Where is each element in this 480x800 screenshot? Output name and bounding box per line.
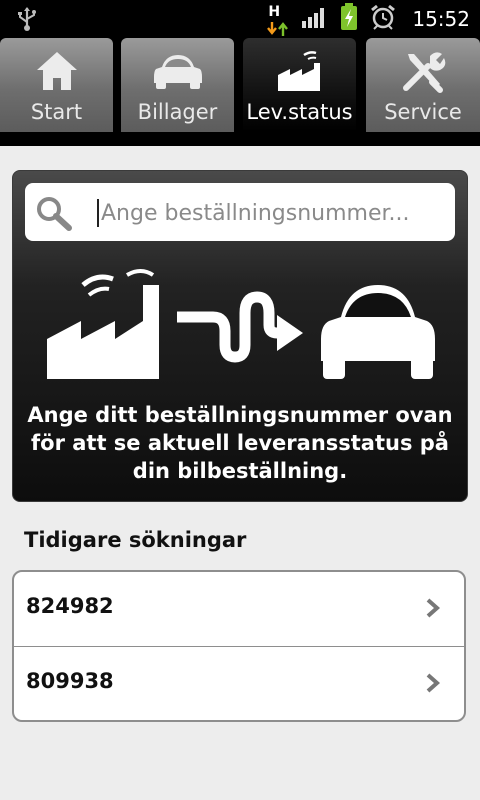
previous-searches-list: 824982 809938 <box>12 570 466 722</box>
battery-charging-icon <box>340 3 358 35</box>
car-icon <box>152 51 204 95</box>
car-front-icon <box>319 277 437 387</box>
tab-divider <box>0 132 480 146</box>
status-time: 15:52 <box>412 7 470 31</box>
home-icon <box>35 50 79 96</box>
tab-lev-status[interactable]: Lev.status <box>243 38 356 132</box>
alarm-icon <box>370 4 396 34</box>
factory-icon <box>43 263 163 387</box>
status-bar: H 15:52 <box>0 0 480 38</box>
tab-label: Billager <box>137 100 218 124</box>
panel-instructions: Ange ditt beställningsnummer ovan för at… <box>27 403 453 483</box>
winding-arrow-icon <box>175 287 305 371</box>
text-cursor <box>97 199 99 227</box>
usb-icon <box>16 6 38 36</box>
search-box[interactable] <box>25 183 455 241</box>
tab-label: Start <box>30 100 83 124</box>
order-number-input[interactable] <box>99 193 443 233</box>
tools-icon <box>400 48 446 98</box>
delivery-status-panel: Ange ditt beställningsnummer ovan för at… <box>12 170 468 502</box>
tab-label: Service <box>384 100 462 124</box>
tab-service[interactable]: Service <box>366 38 480 132</box>
list-item[interactable]: 809938 <box>14 647 464 720</box>
factory-icon <box>276 49 324 97</box>
list-item[interactable]: 824982 <box>14 572 464 647</box>
tab-label: Lev.status <box>246 100 353 124</box>
tab-billager[interactable]: Billager <box>121 38 234 132</box>
hspa-icon: H <box>266 2 290 36</box>
tab-bar: Start Billager Lev.status Service <box>0 38 480 146</box>
delivery-illustration <box>43 263 443 388</box>
tab-start[interactable]: Start <box>0 38 113 132</box>
chevron-right-icon <box>424 672 442 698</box>
previous-searches-title: Tidigare sökningar <box>24 528 247 552</box>
search-icon <box>35 195 75 235</box>
order-number: 824982 <box>26 594 114 618</box>
signal-icon <box>302 6 328 32</box>
chevron-right-icon <box>424 597 442 623</box>
order-number: 809938 <box>26 669 114 693</box>
